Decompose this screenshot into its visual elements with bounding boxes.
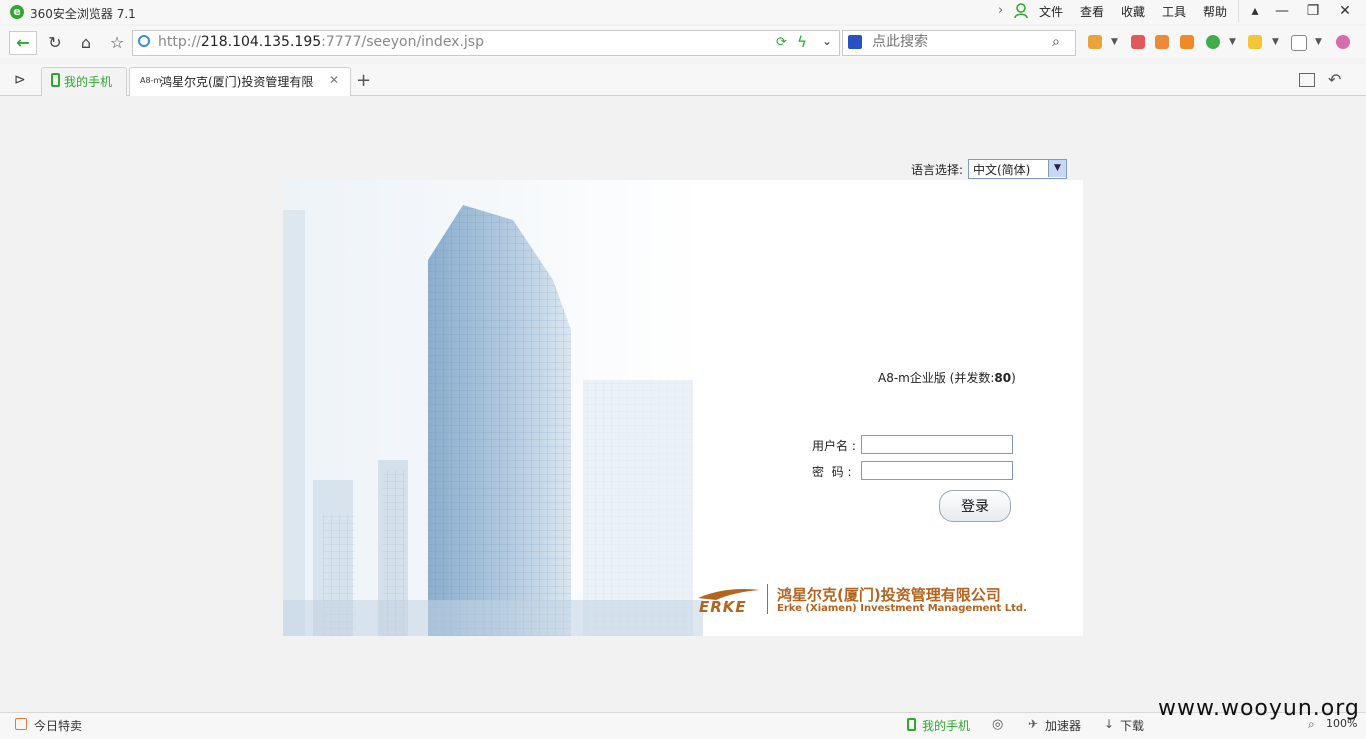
menu-favorites[interactable]: 收藏	[1121, 3, 1145, 20]
menu-view[interactable]: 查看	[1080, 3, 1104, 20]
new-tab-button[interactable]: +	[356, 70, 371, 91]
flight-icon[interactable]	[1180, 35, 1194, 49]
search-input[interactable]	[872, 33, 1042, 51]
language-label: 语言选择:	[911, 163, 964, 177]
favorite-star-icon[interactable]: ☆	[104, 31, 130, 55]
games-icon[interactable]	[1248, 35, 1262, 49]
password-label: 密 码 :	[812, 465, 852, 479]
back-icon[interactable]: ←	[9, 31, 37, 55]
phone-icon	[907, 718, 916, 731]
phone-icon	[51, 73, 60, 87]
user-icon[interactable]	[1014, 3, 1028, 19]
menu-file[interactable]: 文件	[1039, 3, 1063, 20]
minimize-icon[interactable]: —	[1266, 0, 1298, 22]
search-engine-icon[interactable]	[848, 35, 862, 49]
screenshot-icon[interactable]	[1131, 35, 1145, 49]
tab-label: 鸿星尔克(厦门)投资管理有限	[160, 75, 314, 89]
zoom-icon[interactable]: ⌕	[1308, 717, 1315, 732]
password-field[interactable]	[861, 461, 1013, 480]
edition-info: A8-m企业版 (并发数:80)	[878, 371, 1016, 385]
username-field[interactable]	[861, 435, 1013, 454]
browser-logo-icon: e	[10, 5, 24, 19]
gift-icon[interactable]	[15, 718, 27, 730]
security-dropdown-icon[interactable]: ▼	[1229, 37, 1236, 47]
brand-name: ERKE	[699, 598, 747, 616]
username-label: 用户名 :	[812, 439, 856, 453]
compat-mode-icon[interactable]: ⟳	[776, 35, 787, 50]
restore-icon[interactable]: ❐	[1297, 0, 1329, 22]
tab-label: 我的手机	[64, 75, 113, 89]
login-button[interactable]: 登录	[939, 490, 1011, 522]
my-phone-link[interactable]: 我的手机	[922, 717, 970, 734]
refresh-icon[interactable]: ↻	[42, 31, 68, 55]
zoom-level[interactable]: 100%	[1326, 717, 1357, 730]
download-link[interactable]: 下载	[1120, 717, 1144, 734]
apps-icon[interactable]	[1088, 35, 1102, 49]
company-name-en: Erke (Xiamen) Investment Management Ltd.	[777, 603, 1027, 614]
window-title: 360安全浏览器 7.1	[30, 7, 136, 21]
company-name-cn: 鸿星尔克(厦门)投资管理有限公司	[777, 586, 1001, 604]
security-shield-icon[interactable]	[1206, 35, 1220, 49]
image-icon[interactable]	[1291, 35, 1307, 51]
games-dropdown-icon[interactable]: ▼	[1272, 37, 1279, 47]
apps-dropdown-icon[interactable]: ▼	[1111, 37, 1118, 47]
page-globe-icon	[138, 35, 150, 47]
chevron-right-icon[interactable]: ›	[998, 3, 1003, 18]
accelerator-link[interactable]: 加速器	[1045, 717, 1081, 734]
accelerator-icon: ✈	[1028, 717, 1039, 731]
download-icon: ↓	[1104, 717, 1115, 731]
chevron-down-icon[interactable]: ▼	[1048, 160, 1066, 177]
network-icon[interactable]: ◎	[992, 717, 1003, 732]
tab-favicon: A8-m	[140, 76, 162, 85]
menu-help[interactable]: 帮助	[1203, 3, 1227, 20]
login-panel: ERKE 鸿星尔克(厦门)投资管理有限公司 Erke (Xiamen) Inve…	[283, 180, 1083, 636]
sidebar-toggle-icon[interactable]: ⊳	[14, 72, 26, 88]
logo-divider	[767, 584, 768, 614]
home-icon[interactable]: ⌂	[73, 31, 99, 55]
language-select[interactable]: 中文(简体) ▼	[968, 159, 1067, 179]
tab-close-icon[interactable]: ✕	[329, 73, 339, 87]
extension-icon[interactable]	[1336, 35, 1350, 49]
tab-list-icon[interactable]	[1299, 73, 1315, 87]
address-url[interactable]: http://218.104.135.195:7777/seeyon/index…	[158, 34, 484, 50]
today-deals-link[interactable]: 今日特卖	[34, 717, 82, 734]
close-icon[interactable]: ✕	[1329, 0, 1361, 22]
speed-mode-icon[interactable]: ϟ	[797, 33, 807, 51]
address-dropdown-icon[interactable]: ⌄	[822, 34, 832, 48]
language-value: 中文(简体)	[973, 163, 1031, 177]
search-icon[interactable]: ⌕	[1052, 34, 1060, 50]
menu-tools[interactable]: 工具	[1162, 3, 1186, 20]
image-dropdown-icon[interactable]: ▼	[1315, 37, 1322, 47]
translate-icon[interactable]	[1155, 35, 1169, 49]
undo-close-icon[interactable]: ↶	[1328, 70, 1341, 89]
building-illustration	[283, 180, 703, 636]
